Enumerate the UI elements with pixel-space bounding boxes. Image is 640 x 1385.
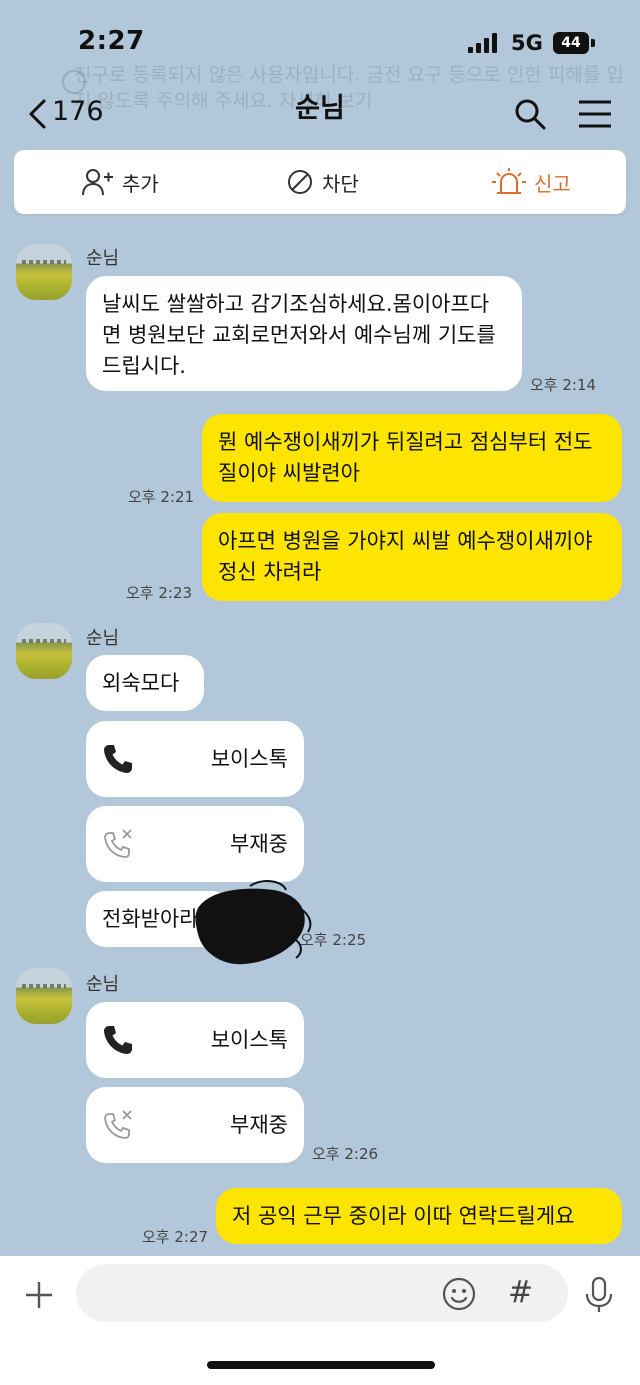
add-friend-button[interactable]: 추가 [82,150,159,214]
message-input[interactable] [76,1264,568,1322]
sender-name: 순님 [86,974,120,995]
hash-icon[interactable]: # [508,1275,533,1310]
sender-name: 순님 [86,628,120,649]
phone-icon [104,745,132,773]
message-time: 오후 2:26 [312,1145,379,1163]
outgoing-message[interactable]: 저 공익 근무 중이라 이따 연락드릴게요 [216,1188,622,1244]
home-indicator[interactable] [207,1361,435,1369]
menu-icon[interactable] [577,99,613,129]
search-icon[interactable] [512,96,548,132]
redaction-scribble [195,880,312,965]
missed-call-icon [104,1110,132,1139]
signal-icon [468,33,498,53]
block-icon [288,170,312,194]
message-time: 오후 2:23 [126,584,193,602]
block-label: 차단 [322,171,359,196]
avatar[interactable] [16,244,72,300]
outgoing-message[interactable]: 뭔 예수쟁이새끼가 뒤질려고 점심부터 전도질이야 씨발련아 [202,414,622,502]
message-time: 오후 2:21 [128,488,195,506]
network-type: 5G [511,31,543,55]
call-label: 보이스톡 [210,1028,288,1052]
block-button[interactable]: 차단 [286,150,359,214]
message-time: 오후 2:14 [530,376,597,394]
battery-tip [591,39,595,47]
sender-name: 순님 [86,248,120,269]
add-friend-icon [82,169,113,196]
call-label: 부재중 [230,832,288,856]
emoji-icon[interactable] [442,1277,476,1311]
call-label: 부재중 [230,1113,288,1137]
missed-call[interactable]: 부재중 [86,806,304,882]
voice-talk-call[interactable]: 보이스톡 [86,1002,304,1078]
report-label: 신고 [534,171,571,196]
action-bar: 추가 차단 신고 [14,150,626,214]
battery-icon: 44 [553,32,589,54]
status-time: 2:27 [78,26,145,56]
missed-call[interactable]: 부재중 [86,1087,304,1163]
phone-icon [104,1026,132,1054]
avatar[interactable] [16,623,72,679]
call-label: 보이스톡 [210,747,288,771]
avatar[interactable] [16,968,72,1024]
outgoing-message[interactable]: 아프면 병원을 가야지 씨발 예수쟁이새끼야 정신 차려라 [202,513,622,601]
message-time: 오후 2:27 [142,1228,209,1246]
plus-icon[interactable] [24,1280,54,1310]
siren-icon [492,168,526,194]
mic-icon[interactable] [584,1276,614,1314]
report-button[interactable]: 신고 [492,150,571,214]
voice-talk-call[interactable]: 보이스톡 [86,721,304,797]
missed-call-icon [104,829,132,858]
incoming-message[interactable]: 외숙모다 [86,655,204,711]
incoming-message[interactable]: 날씨도 쌀쌀하고 감기조심하세요.몸이아프다면 병원보단 교회로먼저와서 예수님… [86,276,522,391]
add-friend-label: 추가 [122,171,159,196]
